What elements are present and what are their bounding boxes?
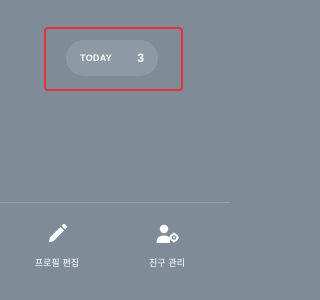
today-count: 3 xyxy=(137,51,144,65)
person-settings-icon xyxy=(156,224,179,243)
today-visitor-badge: TODAY 3 xyxy=(66,40,158,76)
edit-profile-label: 프로필 편집 xyxy=(34,259,80,269)
manage-friends-button[interactable]: 친구 관리 xyxy=(127,222,207,278)
profile-screen: TODAY 3 프로필 편집 친구 관리 xyxy=(0,0,230,300)
edit-profile-button[interactable]: 프로필 편집 xyxy=(17,222,97,278)
divider xyxy=(0,202,230,203)
pencil-icon xyxy=(49,223,68,242)
today-label: TODAY xyxy=(80,53,113,63)
manage-friends-label: 친구 관리 xyxy=(149,259,185,269)
